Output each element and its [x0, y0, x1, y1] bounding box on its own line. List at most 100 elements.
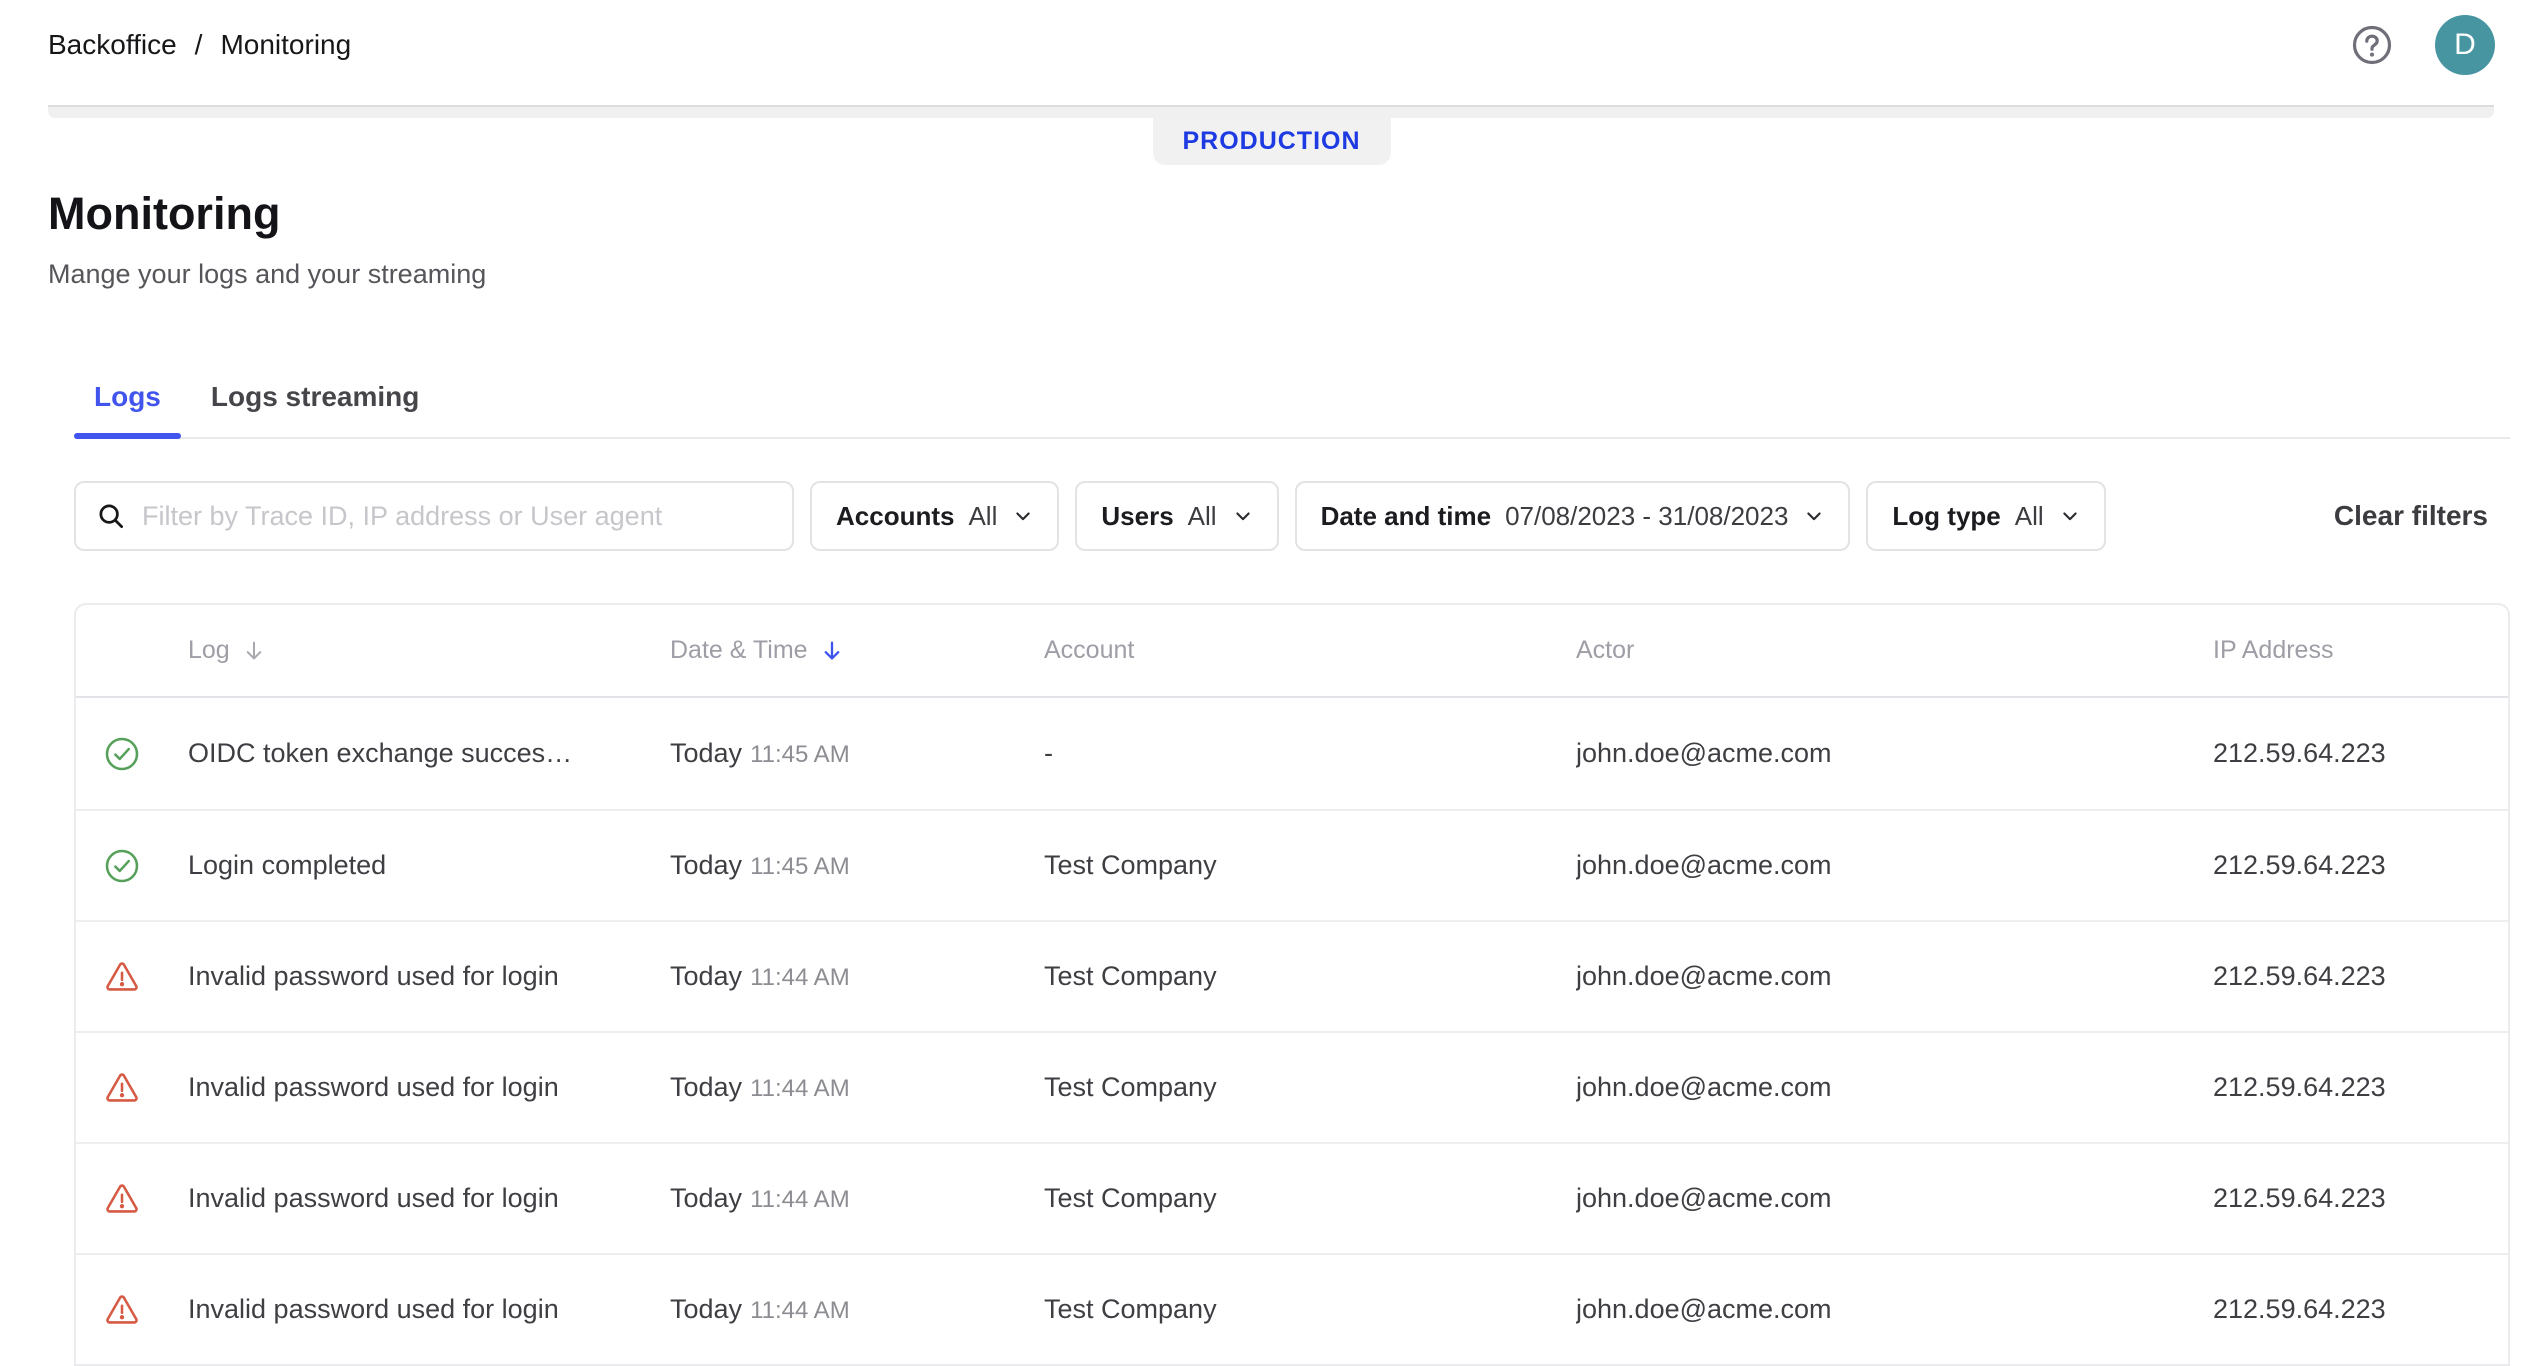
- breadcrumb: Backoffice / Monitoring: [48, 29, 351, 61]
- breadcrumb-backoffice[interactable]: Backoffice: [48, 29, 177, 61]
- ip-cell: 212.59.64.223: [2213, 1294, 2508, 1325]
- column-header-date-time[interactable]: Date & Time: [670, 636, 1044, 665]
- actor-cell: john.doe@acme.com: [1576, 961, 2213, 992]
- sort-arrow-down-icon[interactable]: [242, 639, 266, 663]
- search-icon: [96, 501, 126, 531]
- users-filter-label: Users: [1101, 501, 1173, 532]
- status-icon: [104, 1292, 140, 1328]
- page-title: Monitoring: [48, 185, 2495, 243]
- filter-bar: Accounts All Users All Date and time 07/…: [74, 481, 2510, 551]
- search-input[interactable]: [142, 501, 772, 532]
- status-icon: [104, 959, 140, 995]
- table-row[interactable]: Invalid password used for login Today11:…: [76, 1253, 2508, 1364]
- chevron-down-icon: [2060, 506, 2080, 526]
- account-cell: Test Company: [1044, 850, 1576, 881]
- environment-strip: PRODUCTION: [0, 105, 2543, 165]
- environment-badge: PRODUCTION: [1152, 118, 1390, 165]
- log-type-filter-value: All: [2015, 501, 2044, 532]
- log-cell: Invalid password used for login: [188, 1294, 670, 1325]
- log-cell: Invalid password used for login: [188, 1072, 670, 1103]
- log-cell: Invalid password used for login: [188, 1183, 670, 1214]
- column-header-actor[interactable]: Actor: [1576, 636, 2213, 665]
- table-row[interactable]: Invalid password used for login Today11:…: [76, 1142, 2508, 1253]
- tab-logs[interactable]: Logs: [74, 351, 181, 437]
- avatar-initial: D: [2454, 28, 2476, 62]
- table-row[interactable]: OIDC token exchange succes… Today11:45 A…: [76, 698, 2508, 809]
- account-cell: Test Company: [1044, 1294, 1576, 1325]
- date-time-cell: Today11:45 AM: [670, 850, 1044, 881]
- sort-arrow-down-active-icon[interactable]: [820, 639, 844, 663]
- date-time-cell: Today11:44 AM: [670, 961, 1044, 992]
- page-subtitle: Mange your logs and your streaming: [48, 257, 2495, 291]
- date-time-filter-dropdown[interactable]: Date and time 07/08/2023 - 31/08/2023: [1295, 481, 1851, 551]
- actor-cell: john.doe@acme.com: [1576, 738, 2213, 769]
- table-row[interactable]: Invalid password used for login Today11:…: [76, 920, 2508, 1031]
- help-icon[interactable]: [2351, 24, 2393, 66]
- accounts-filter-dropdown[interactable]: Accounts All: [810, 481, 1059, 551]
- top-bar-actions: D: [2351, 15, 2495, 75]
- search-box[interactable]: [74, 481, 794, 551]
- log-cell: OIDC token exchange succes…: [188, 738, 670, 769]
- tab-logs-streaming[interactable]: Logs streaming: [191, 351, 439, 437]
- success-icon: [104, 736, 140, 772]
- column-header-account[interactable]: Account: [1044, 636, 1576, 665]
- warning-icon: [104, 1070, 140, 1106]
- tab-bar: Logs Logs streaming: [74, 351, 2510, 439]
- chevron-down-icon: [1804, 506, 1824, 526]
- users-filter-dropdown[interactable]: Users All: [1075, 481, 1278, 551]
- date-time-cell: Today11:44 AM: [670, 1183, 1044, 1214]
- ip-cell: 212.59.64.223: [2213, 738, 2508, 769]
- avatar[interactable]: D: [2435, 15, 2495, 75]
- date-time-filter-value: 07/08/2023 - 31/08/2023: [1505, 501, 1788, 532]
- status-icon: [104, 1181, 140, 1217]
- warning-icon: [104, 1181, 140, 1217]
- account-cell: -: [1044, 738, 1576, 769]
- ip-cell: 212.59.64.223: [2213, 1072, 2508, 1103]
- log-type-filter-dropdown[interactable]: Log type All: [1866, 481, 2105, 551]
- account-cell: Test Company: [1044, 1072, 1576, 1103]
- column-header-account-label: Account: [1044, 636, 1134, 665]
- ip-cell: 212.59.64.223: [2213, 961, 2508, 992]
- table-header-row: Log Date & Time Account Actor IP Address: [76, 605, 2508, 698]
- accounts-filter-label: Accounts: [836, 501, 954, 532]
- top-bar: Backoffice / Monitoring D: [0, 0, 2543, 90]
- environment-bar: [48, 105, 2494, 118]
- logs-table: Log Date & Time Account Actor IP Address: [74, 603, 2510, 1366]
- log-cell: Invalid password used for login: [188, 961, 670, 992]
- date-time-filter-label: Date and time: [1321, 501, 1492, 532]
- warning-icon: [104, 959, 140, 995]
- success-icon: [104, 848, 140, 884]
- date-time-cell: Today11:44 AM: [670, 1294, 1044, 1325]
- actor-cell: john.doe@acme.com: [1576, 1294, 2213, 1325]
- warning-icon: [104, 1292, 140, 1328]
- chevron-down-icon: [1013, 506, 1033, 526]
- main-content: Logs Logs streaming Accounts All Users A…: [74, 351, 2510, 1366]
- actor-cell: john.doe@acme.com: [1576, 1183, 2213, 1214]
- table-row[interactable]: Invalid password used for login Today11:…: [76, 1031, 2508, 1142]
- date-time-cell: Today11:45 AM: [670, 738, 1044, 769]
- column-header-log-label: Log: [188, 636, 230, 665]
- ip-cell: 212.59.64.223: [2213, 850, 2508, 881]
- table-row[interactable]: Login completed Today11:45 AM Test Compa…: [76, 809, 2508, 920]
- account-cell: Test Company: [1044, 961, 1576, 992]
- actor-cell: john.doe@acme.com: [1576, 1072, 2213, 1103]
- breadcrumb-monitoring[interactable]: Monitoring: [220, 29, 351, 61]
- date-time-cell: Today11:44 AM: [670, 1072, 1044, 1103]
- log-cell: Login completed: [188, 850, 670, 881]
- breadcrumb-separator: /: [195, 29, 203, 61]
- tab-logs-label: Logs: [94, 381, 161, 412]
- column-header-log[interactable]: Log: [188, 636, 670, 665]
- tab-logs-streaming-label: Logs streaming: [211, 381, 419, 412]
- accounts-filter-value: All: [968, 501, 997, 532]
- chevron-down-icon: [1233, 506, 1253, 526]
- log-type-filter-label: Log type: [1892, 501, 2000, 532]
- status-icon: [104, 736, 140, 772]
- clear-filters-button[interactable]: Clear filters: [2334, 500, 2488, 532]
- account-cell: Test Company: [1044, 1183, 1576, 1214]
- users-filter-value: All: [1188, 501, 1217, 532]
- column-header-ip[interactable]: IP Address: [2213, 636, 2508, 665]
- page-header: Monitoring Mange your logs and your stre…: [0, 185, 2543, 291]
- column-header-date-time-label: Date & Time: [670, 636, 808, 665]
- column-header-actor-label: Actor: [1576, 636, 1634, 665]
- ip-cell: 212.59.64.223: [2213, 1183, 2508, 1214]
